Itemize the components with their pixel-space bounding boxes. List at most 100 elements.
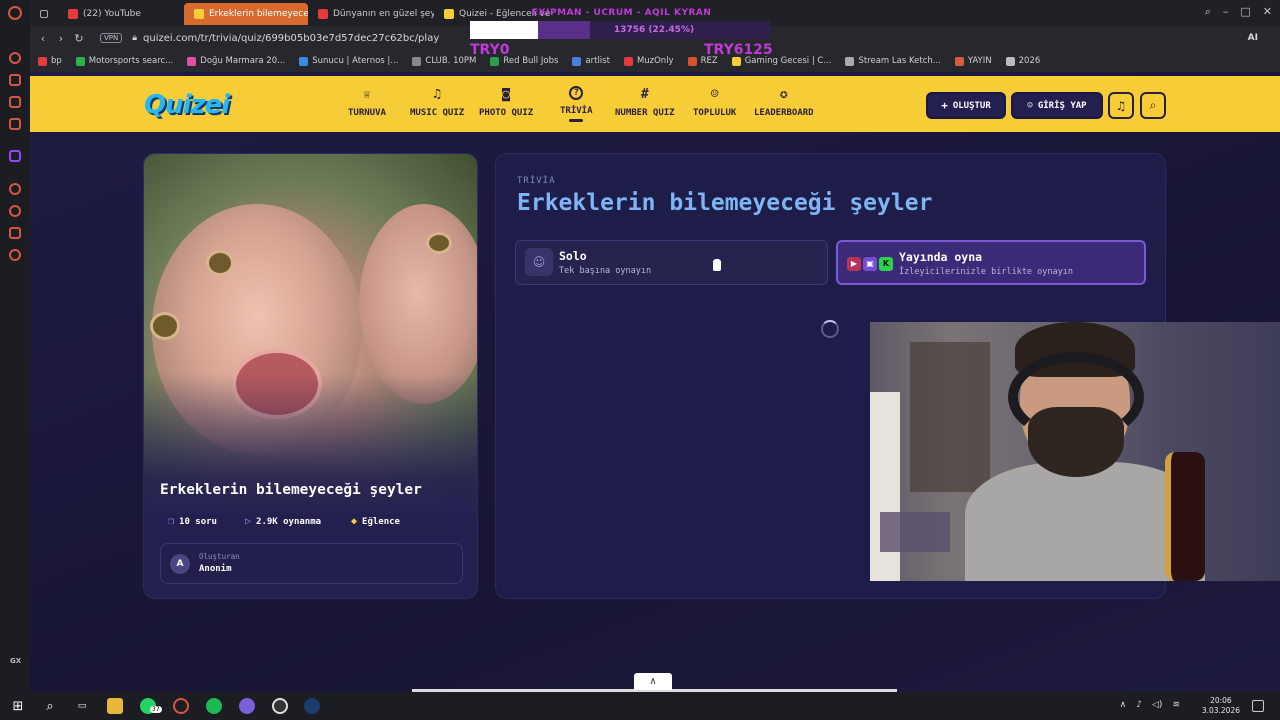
task-view-icon[interactable]: ▭ <box>74 698 90 714</box>
bookmark-item[interactable]: Sunucu | Aternos |... <box>299 56 398 66</box>
tab-youtube[interactable]: (22) YouTube <box>58 3 184 25</box>
headset-icon <box>1008 352 1144 442</box>
bookmark-item[interactable]: YAYIN <box>954 56 992 66</box>
nav-topluluk[interactable]: ☺ TOPLULUK <box>693 86 736 119</box>
gx-label: GX <box>10 657 22 665</box>
sidebar-app-icon[interactable] <box>9 118 21 130</box>
bookmark-item[interactable]: CLUB. 10PM <box>412 56 476 66</box>
file-explorer-icon[interactable] <box>107 698 123 714</box>
notifications-icon[interactable] <box>1252 700 1264 712</box>
overlay-right-label: TRY6125 <box>704 42 773 58</box>
twitch-icon[interactable] <box>9 150 21 162</box>
bookmark-item[interactable]: Doğu Marmara 20... <box>187 56 285 66</box>
overlay-white-block <box>470 21 538 39</box>
bookmark-item[interactable]: Motorsports searc... <box>75 56 174 66</box>
nav-trivia[interactable]: ? TRİVİA <box>560 86 593 122</box>
page-favicon-icon <box>318 9 328 19</box>
search-icon[interactable]: ⌕ <box>42 698 58 714</box>
windows-start-icon[interactable]: ⊞ <box>10 698 26 714</box>
quiz-favicon-icon <box>444 9 454 19</box>
bookmark-label: Doğu Marmara 20... <box>200 56 286 66</box>
webcam-chair <box>1165 452 1205 581</box>
chevron-up-icon[interactable]: ∧ <box>1120 700 1127 710</box>
bookmark-item[interactable]: Stream Las Ketch... <box>845 56 941 66</box>
whatsapp-badge: 37 <box>150 706 162 713</box>
bookmark-label: Motorsports searc... <box>88 56 174 66</box>
reload-icon[interactable]: ↻ <box>70 32 88 45</box>
search-tabs-icon[interactable]: ⌕ <box>1205 5 1211 19</box>
bookmark-label: YAYIN <box>967 56 992 66</box>
bookmark-label: Sunucu | Aternos |... <box>312 56 399 66</box>
live-mode-button[interactable]: ▶ ▣ K Yayında oyna İzleyicilerinizle bir… <box>836 240 1146 285</box>
solo-mode-button[interactable]: ☺ Solo Tek başına oynayın <box>515 240 828 285</box>
overlay-names: EKIPMAN - UCRUM - AQIL KYRAN <box>532 8 712 18</box>
tab-quiz-active[interactable]: Erkeklerin bilemeyeceği ş <box>184 3 308 25</box>
nav-turnuva[interactable]: ♕ TURNUVA <box>348 86 386 119</box>
nav-photo-quiz[interactable]: ◙ PHOTO QUIZ <box>479 86 533 119</box>
whatsapp-icon[interactable]: 37 <box>140 698 162 714</box>
creator-name: Anonim <box>199 564 232 574</box>
users-icon: ☺ <box>710 86 719 102</box>
obs-icon[interactable] <box>272 698 288 714</box>
bookmark-item[interactable]: 2026 <box>1005 56 1040 66</box>
lock-icon: 🔒︎ <box>132 33 138 43</box>
microphone-icon[interactable]: ♪ <box>1136 700 1142 710</box>
bookmark-item[interactable]: bp <box>38 56 62 66</box>
question-icon: ? <box>569 86 584 100</box>
back-icon[interactable]: ‹ <box>34 32 52 45</box>
windows-taskbar: ⊞ ⌕ ▭ 37 ∧ ♪ ◁) ≋ 20:06 3.03.2026 <box>0 692 1280 720</box>
system-tray: ∧ ♪ ◁) ≋ <box>1120 700 1180 710</box>
vpn-badge[interactable]: VPN <box>100 33 123 43</box>
search-icon[interactable]: ⌕ <box>1140 92 1166 119</box>
opera-gx-icon[interactable] <box>173 698 189 714</box>
bookmark-icon <box>299 56 309 66</box>
category-tag[interactable]: ◆ Eğlence <box>351 516 400 527</box>
nav-leaderboard[interactable]: ✪ LEADERBOARD <box>754 86 814 119</box>
extensions-icon[interactable] <box>9 227 21 239</box>
trophy-icon: ♕ <box>363 86 371 102</box>
history-icon[interactable] <box>9 205 21 217</box>
tab-dunyanin[interactable]: Dünyanın en güzel şeyi - T <box>308 3 434 25</box>
scroll-to-top-button[interactable]: ∧ <box>634 673 672 690</box>
ai-button[interactable]: AI <box>1248 33 1258 43</box>
youtube-icon: ▶ <box>847 256 861 271</box>
quizei-logo[interactable]: Quizei <box>144 90 230 120</box>
bookmark-label: CLUB. 10PM <box>425 56 477 66</box>
close-icon[interactable]: ✕ <box>1263 5 1272 19</box>
maximize-icon[interactable]: □ <box>1240 5 1250 19</box>
solo-subtitle: Tek başına oynayın <box>559 266 652 276</box>
bookmark-icon <box>187 56 197 66</box>
quiz-card: Erkeklerin bilemeyeceği şeyler ❐ 10 soru… <box>143 153 478 599</box>
bookmark-icon <box>845 56 855 66</box>
user-icon: ☺ <box>1027 100 1033 111</box>
player-icon[interactable] <box>9 183 21 195</box>
volume-icon[interactable]: ◁) <box>1152 700 1162 710</box>
live-title: Yayında oyna <box>899 250 983 264</box>
webcam-door <box>870 392 900 581</box>
login-button[interactable]: ☺ GİRİŞ YAP <box>1011 92 1103 119</box>
bookmark-icon <box>412 56 422 66</box>
minimize-icon[interactable]: – <box>1223 5 1229 19</box>
settings-icon[interactable] <box>9 249 21 261</box>
discord-icon[interactable] <box>239 698 255 714</box>
steam-icon[interactable] <box>304 698 320 714</box>
create-button[interactable]: + OLUŞTUR <box>926 92 1006 119</box>
bookmark-icon <box>38 56 47 66</box>
opera-logo-icon[interactable] <box>8 6 22 20</box>
system-clock[interactable]: 20:06 3.03.2026 <box>1202 696 1240 716</box>
nav-music-quiz[interactable]: ♫ MUSIC QUIZ <box>410 86 464 119</box>
wifi-icon[interactable]: ≋ <box>1172 700 1180 710</box>
spotify-icon[interactable] <box>206 698 222 714</box>
sidebar-app-icon[interactable] <box>9 74 21 86</box>
sidebar-app-icon[interactable] <box>9 52 21 64</box>
forward-icon[interactable]: › <box>52 32 70 45</box>
webcam-poster <box>910 342 990 492</box>
sidebar-app-icon[interactable] <box>9 96 21 108</box>
creator-label: Oluşturan <box>199 552 240 561</box>
nav-number-quiz[interactable]: # NUMBER QUIZ <box>615 86 675 119</box>
page-title: Erkeklerin bilemeyeceği şeyler <box>517 190 933 216</box>
window-controls: ⌕ – □ ✕ <box>1205 5 1272 19</box>
tab-menu-icon[interactable] <box>30 3 58 25</box>
notifications-icon[interactable]: ♫ <box>1108 92 1134 119</box>
url-field[interactable]: quizei.com/tr/trivia/quiz/699b05b03e7d57… <box>143 33 439 44</box>
